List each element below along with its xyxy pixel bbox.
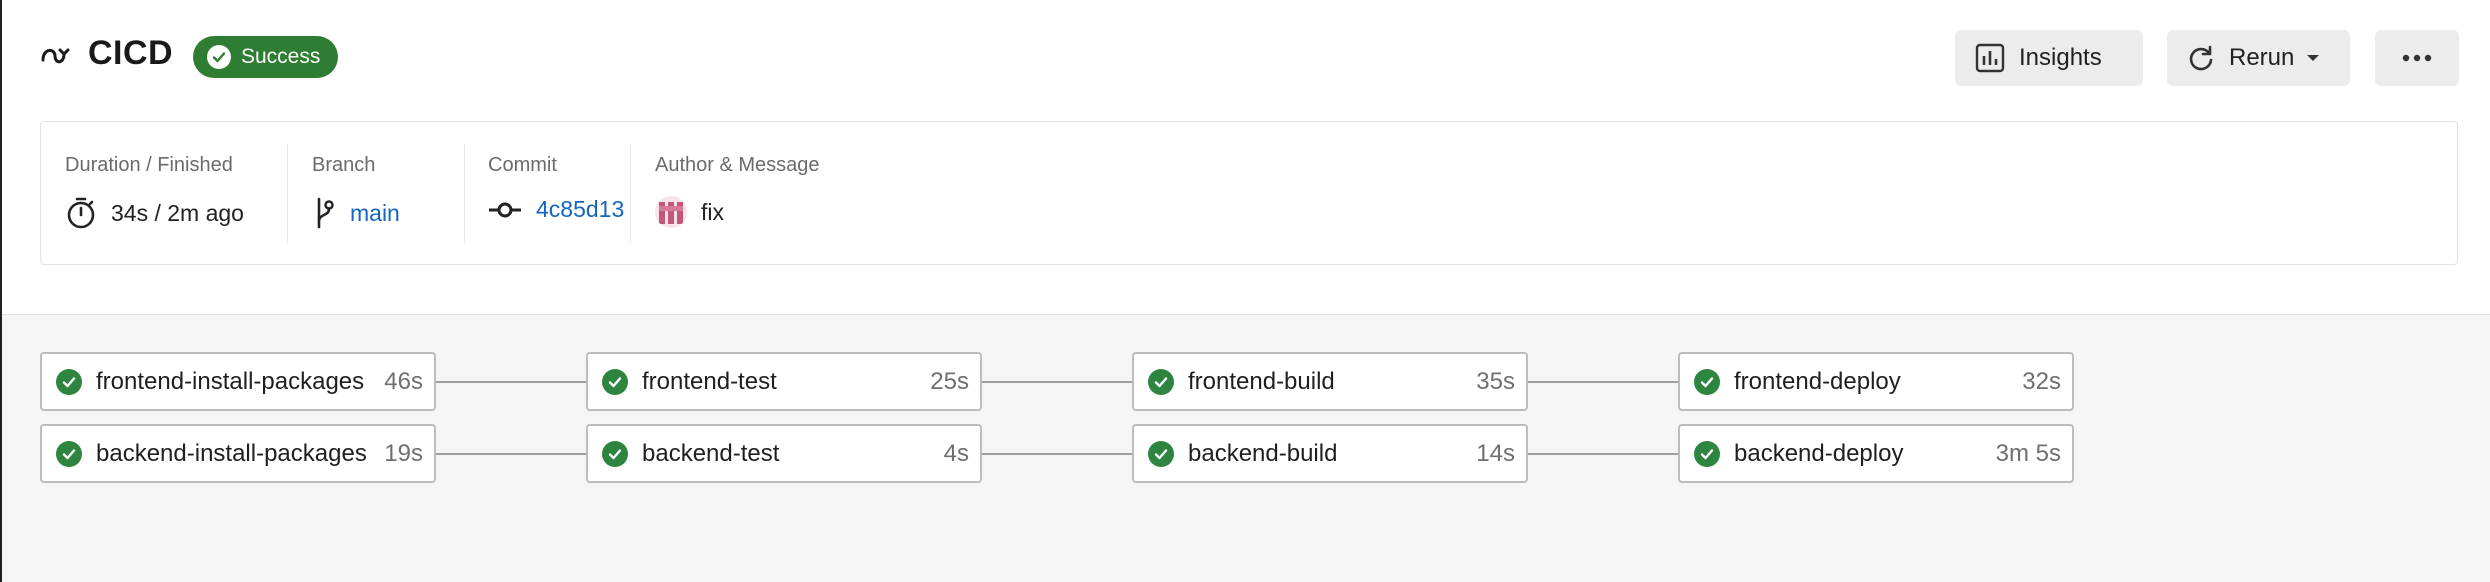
- job-node[interactable]: frontend-test 25s: [586, 352, 982, 411]
- branch-label: Branch: [312, 154, 376, 176]
- check-circle-icon: [1694, 368, 1720, 395]
- status-label: Success: [241, 45, 321, 68]
- status-badge: Success: [193, 36, 338, 78]
- commit-label: Commit: [488, 154, 557, 176]
- job-name: backend-install-packages: [96, 439, 367, 467]
- job-name: backend-build: [1188, 439, 1338, 467]
- job-duration: 46s: [384, 367, 423, 395]
- author-value-row: fix: [655, 196, 724, 228]
- commit-value-row: 4c85d13: [488, 196, 624, 223]
- avatar: [655, 196, 687, 228]
- job-connector: [436, 381, 586, 383]
- divider: [630, 144, 631, 244]
- rerun-button[interactable]: Rerun: [2167, 30, 2350, 86]
- insights-label: Insights: [2019, 44, 2102, 71]
- job-name: frontend-install-packages: [96, 367, 365, 395]
- rerun-label: Rerun: [2229, 44, 2295, 71]
- job-duration: 32s: [2022, 367, 2061, 395]
- commit-link[interactable]: 4c85d13: [536, 196, 624, 223]
- job-node[interactable]: frontend-install-packages 46s: [40, 352, 436, 411]
- duration-label: Duration / Finished: [65, 154, 233, 176]
- job-duration: 25s: [930, 367, 969, 395]
- branch-link[interactable]: main: [350, 200, 400, 227]
- stopwatch-icon: [65, 196, 97, 230]
- pipeline-graph: frontend-install-packages 46s frontend-tes…: [2, 314, 2490, 582]
- job-node[interactable]: backend-build 14s: [1132, 424, 1528, 483]
- insights-button[interactable]: Insights: [1955, 30, 2143, 86]
- pipeline-header: CICD Success Insights Rerun: [2, 0, 2490, 114]
- check-circle-icon: [1694, 440, 1720, 467]
- commit-message: fix: [701, 198, 724, 225]
- job-duration: 35s: [1476, 367, 1515, 395]
- job-node[interactable]: backend-deploy 3m 5s: [1678, 424, 2074, 483]
- job-name: backend-test: [642, 439, 780, 467]
- ellipsis-icon: [2402, 54, 2432, 62]
- job-connector: [982, 453, 1132, 455]
- git-branch-icon: [312, 196, 336, 230]
- check-circle-icon: [602, 368, 628, 395]
- job-name: backend-deploy: [1734, 439, 1904, 467]
- job-node[interactable]: backend-test 4s: [586, 424, 982, 483]
- caret-down-icon: [2306, 53, 2320, 63]
- check-circle-icon: [602, 440, 628, 467]
- job-duration: 14s: [1476, 439, 1515, 467]
- job-connector: [1528, 453, 1678, 455]
- job-name: frontend-deploy: [1734, 367, 1901, 395]
- job-duration: 4s: [943, 439, 969, 467]
- check-circle-icon: [56, 368, 82, 395]
- more-actions-button[interactable]: [2375, 30, 2459, 86]
- page-title: CICD: [88, 34, 174, 72]
- job-duration: 3m 5s: [1995, 439, 2061, 467]
- check-circle-icon: [56, 440, 82, 467]
- check-circle-icon: [1148, 440, 1174, 467]
- divider: [464, 144, 465, 244]
- job-name: frontend-test: [642, 367, 777, 395]
- duration-value: 34s / 2m ago: [111, 199, 244, 226]
- job-node[interactable]: backend-install-packages 19s: [40, 424, 436, 483]
- job-connector: [982, 381, 1132, 383]
- job-node[interactable]: frontend-build 35s: [1132, 352, 1528, 411]
- job-duration: 19s: [384, 439, 423, 467]
- check-circle-icon: [207, 45, 231, 69]
- divider: [287, 144, 288, 244]
- job-connector: [436, 453, 586, 455]
- bar-chart-icon: [1975, 43, 2005, 73]
- job-node[interactable]: frontend-deploy 32s: [1678, 352, 2074, 411]
- author-label: Author & Message: [655, 154, 820, 176]
- check-circle-icon: [1148, 368, 1174, 395]
- run-info-card: Duration / Finished 34s / 2m ago Branch: [40, 121, 2458, 265]
- duration-value-row: 34s / 2m ago: [65, 196, 244, 230]
- branch-value-row: main: [312, 196, 400, 230]
- refresh-icon: [2187, 44, 2215, 72]
- job-connector: [1528, 381, 1678, 383]
- pipeline-page: CICD Success Insights Rerun Duration / F…: [0, 0, 2490, 582]
- job-name: frontend-build: [1188, 367, 1335, 395]
- pipeline-icon: [41, 48, 70, 64]
- git-commit-icon: [488, 200, 522, 220]
